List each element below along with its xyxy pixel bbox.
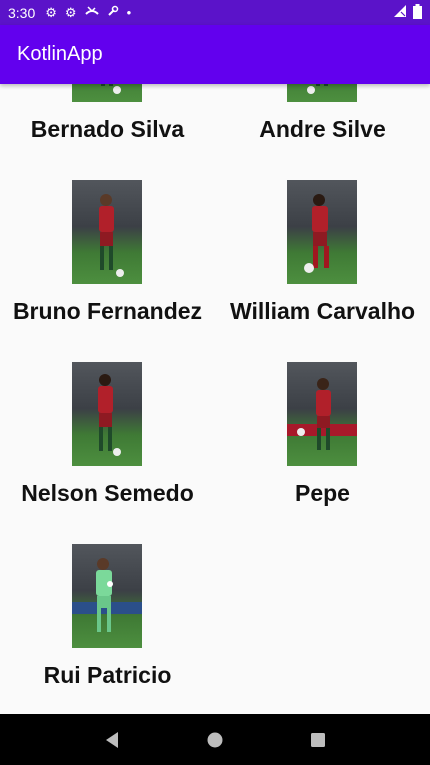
player-name: William Carvalho	[229, 298, 416, 324]
status-bar: 3:30 ⚙ ⚙ •	[0, 0, 430, 25]
dot-icon: •	[126, 5, 132, 20]
player-photo	[72, 544, 142, 648]
player-name: Nelson Semedo	[21, 480, 194, 506]
app-bar: KotlinApp	[0, 25, 430, 84]
player-name: Rui Patricio	[43, 662, 172, 688]
player-card[interactable]: Bernado Silva	[0, 84, 215, 180]
player-name: Bernado Silva	[30, 116, 185, 142]
recents-icon[interactable]	[298, 720, 338, 760]
battery-icon	[413, 3, 422, 22]
player-name: Bruno Fernandez	[12, 298, 203, 324]
app-title: KotlinApp	[17, 43, 103, 65]
wrench-icon	[107, 5, 119, 20]
home-icon[interactable]	[195, 720, 235, 760]
player-card[interactable]: Andre Silve	[215, 84, 430, 180]
missed-call-icon	[84, 5, 99, 20]
player-card[interactable]: Rui Patricio	[0, 544, 215, 714]
player-photo	[287, 84, 357, 102]
player-photo	[72, 84, 142, 102]
player-name: Pepe	[295, 480, 350, 506]
player-card[interactable]: Bruno Fernandez	[0, 180, 215, 362]
settings-icon: ⚙	[45, 4, 57, 20]
settings-icon: ⚙	[64, 4, 77, 20]
wifi-signal-icon	[393, 4, 407, 21]
navigation-bar	[0, 714, 430, 765]
player-photo	[287, 362, 357, 466]
player-photo	[72, 362, 142, 466]
player-card[interactable]: Pepe	[215, 362, 430, 544]
status-time: 3:30	[8, 4, 36, 21]
player-list[interactable]: Bernado Silva Andre Silve Bruno Fernande…	[0, 84, 430, 714]
player-photo	[287, 180, 357, 284]
player-card[interactable]: Nelson Semedo	[0, 362, 215, 544]
back-icon[interactable]	[92, 720, 132, 760]
player-name: Andre Silve	[259, 116, 386, 142]
player-card[interactable]: William Carvalho	[215, 180, 430, 362]
player-photo	[72, 180, 142, 284]
